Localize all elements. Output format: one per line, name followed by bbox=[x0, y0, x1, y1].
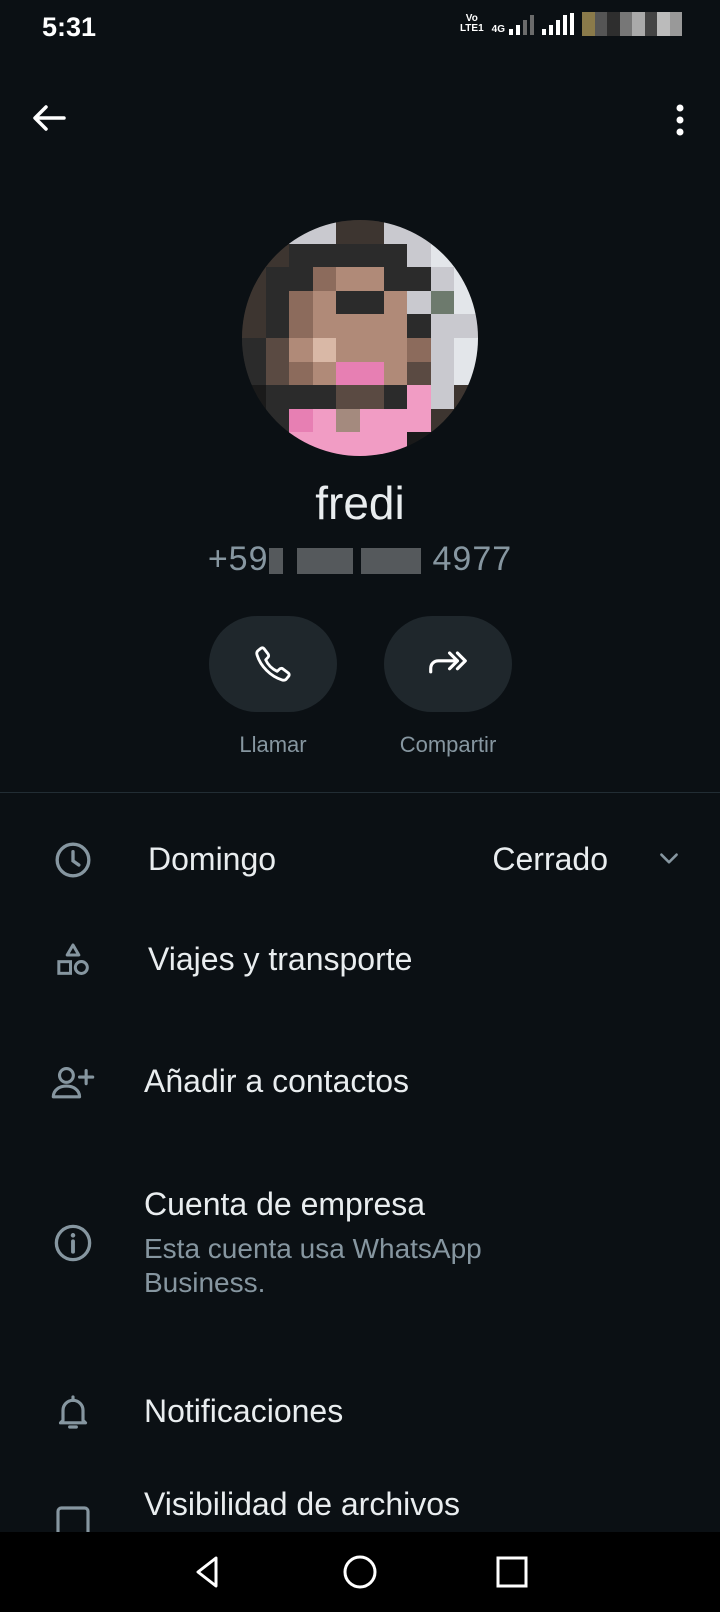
nav-recents-icon[interactable] bbox=[490, 1550, 534, 1594]
chevron-down-icon[interactable] bbox=[656, 846, 682, 877]
business-subtitle: Esta cuenta usa WhatsApp Business. bbox=[144, 1233, 482, 1298]
contact-phone: +59 4977 bbox=[0, 540, 720, 579]
add-contact-row[interactable]: Añadir a contactos bbox=[0, 1040, 720, 1124]
phone-icon bbox=[255, 646, 291, 682]
more-vert-icon[interactable] bbox=[670, 98, 690, 142]
nav-home-icon[interactable] bbox=[338, 1550, 382, 1594]
phone-redacted bbox=[296, 548, 353, 575]
phone-suffix: 4977 bbox=[432, 540, 513, 578]
network-type-label: 4G bbox=[491, 24, 505, 35]
shapes-icon bbox=[50, 937, 96, 983]
signal-sim2-icon bbox=[542, 13, 574, 35]
category-label: Viajes y transporte bbox=[148, 941, 413, 977]
system-nav-bar bbox=[0, 1532, 720, 1612]
hours-status: Cerrado bbox=[492, 841, 608, 877]
hours-day: Domingo bbox=[148, 841, 277, 877]
arrow-left-icon[interactable] bbox=[26, 96, 70, 140]
status-icons: Vo LTE1 4G bbox=[460, 12, 682, 36]
bell-icon bbox=[50, 1389, 96, 1435]
lte-label: LTE1 bbox=[459, 23, 484, 34]
top-app-bar bbox=[0, 90, 720, 150]
share-button[interactable] bbox=[384, 616, 512, 712]
category-row: Viajes y transporte bbox=[0, 918, 720, 1002]
business-hours-row[interactable]: Domingo Cerrado bbox=[0, 818, 720, 902]
business-title: Cuenta de empresa bbox=[144, 1186, 426, 1222]
status-bar: 5:31 Vo LTE1 4G bbox=[0, 0, 720, 56]
divider bbox=[0, 792, 720, 793]
add-contact-label: Añadir a contactos bbox=[144, 1063, 410, 1099]
info-icon bbox=[50, 1220, 96, 1266]
phone-prefix: +59 bbox=[207, 540, 269, 578]
media-visibility-row[interactable]: Visibilidad de archivos bbox=[0, 1482, 720, 1532]
status-time: 5:31 bbox=[42, 12, 97, 42]
clock-icon bbox=[50, 837, 96, 883]
phone-redacted bbox=[268, 548, 283, 575]
phone-redacted bbox=[360, 548, 421, 575]
image-icon bbox=[50, 1500, 96, 1532]
business-account-row[interactable]: Cuenta de empresa Esta cuenta usa WhatsA… bbox=[0, 1178, 720, 1308]
share-action[interactable]: Compartir bbox=[383, 616, 513, 758]
call-label: Llamar bbox=[239, 732, 307, 757]
person-add-icon bbox=[50, 1059, 96, 1105]
battery-icon bbox=[582, 12, 682, 36]
contact-name: fredi bbox=[315, 477, 405, 529]
volte-indicator: Vo LTE1 bbox=[460, 14, 484, 34]
forward-icon bbox=[429, 651, 467, 674]
call-action[interactable]: Llamar bbox=[208, 616, 338, 758]
avatar[interactable] bbox=[242, 220, 478, 456]
share-label: Compartir bbox=[399, 732, 497, 757]
nav-back-icon[interactable] bbox=[186, 1550, 230, 1594]
notifications-row[interactable]: Notificaciones bbox=[0, 1370, 720, 1454]
notifications-label: Notificaciones bbox=[144, 1393, 344, 1429]
media-visibility-label: Visibilidad de archivos bbox=[144, 1486, 461, 1522]
signal-sim1-icon: 4G bbox=[492, 13, 534, 35]
call-button[interactable] bbox=[209, 616, 337, 712]
